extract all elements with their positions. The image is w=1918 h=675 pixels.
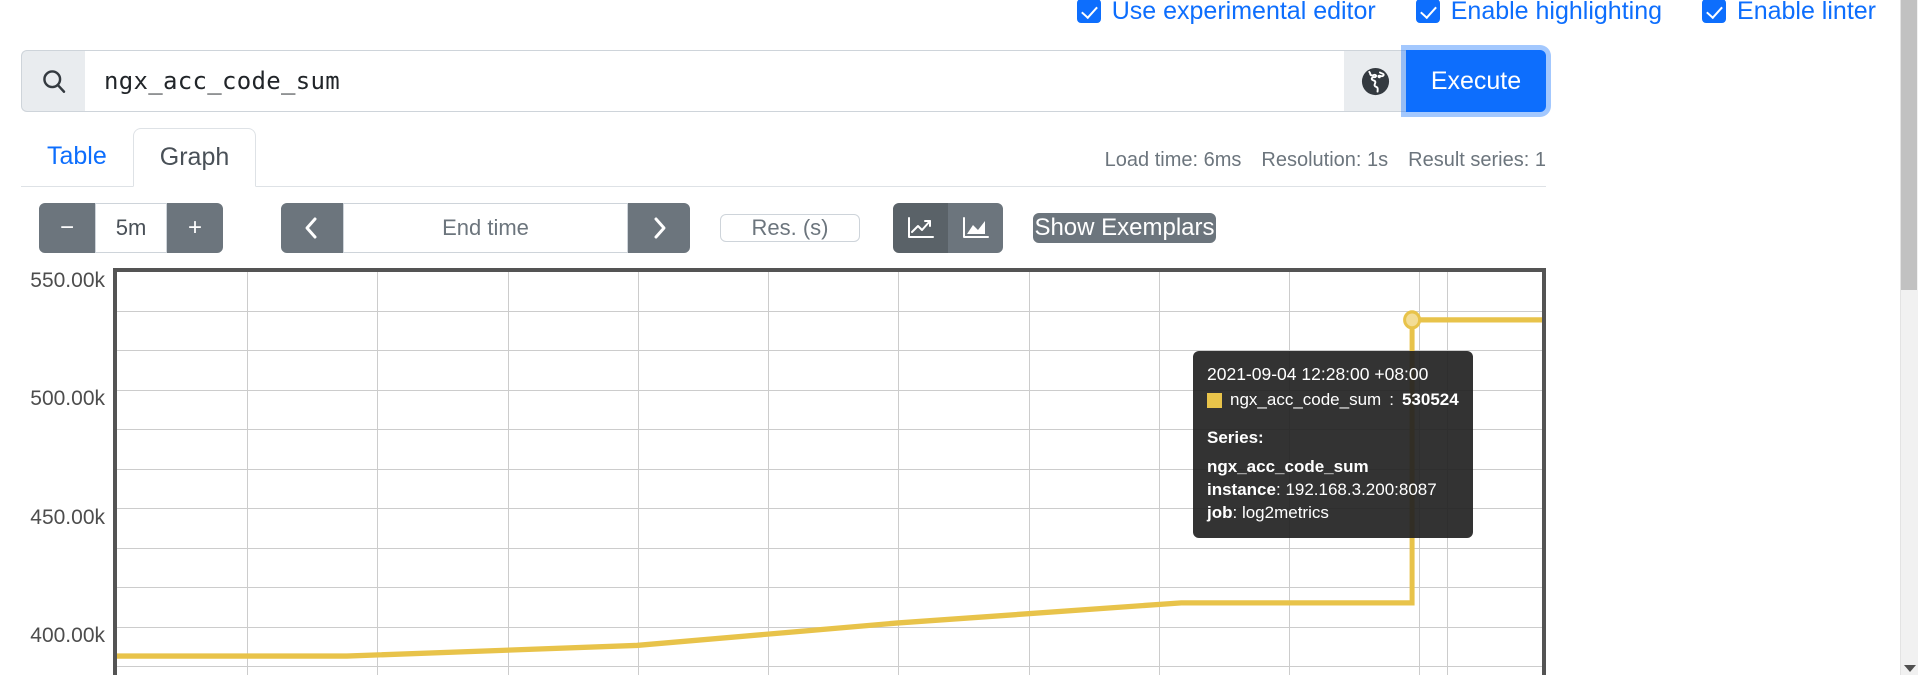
chart-type-group	[893, 203, 1003, 253]
show-exemplars-button[interactable]: Show Exemplars	[1033, 213, 1216, 243]
graph-controls-toolbar: − 5m + End time Res. (s) Show Exemplars	[39, 203, 1216, 253]
option-label: Use experimental editor	[1111, 0, 1376, 25]
y-tick-label: 500.00k	[30, 387, 105, 410]
tab-graph[interactable]: Graph	[132, 128, 257, 187]
show-exemplars-label: Show Exemplars	[1034, 214, 1215, 241]
result-view-tabs: Table Graph Load time: 6ms Resolution: 1…	[21, 126, 1546, 187]
stacked-area-chart-icon[interactable]	[948, 203, 1003, 253]
checkbox-checked-icon[interactable]	[1702, 0, 1727, 23]
prometheus-graph-page: Use experimental editor Enable highlight…	[0, 0, 1918, 675]
option-label: Enable linter	[1737, 0, 1876, 25]
series-line-ngx-acc-code-sum	[117, 310, 1542, 659]
y-axis: 550.00k 500.00k 450.00k 400.00k	[21, 268, 113, 675]
decrease-range-button[interactable]: −	[39, 203, 95, 253]
caret-down-icon[interactable]	[1904, 665, 1916, 672]
load-time-text: Load time: 6ms	[1104, 149, 1242, 171]
query-input-value: ngx_acc_code_sum	[104, 67, 340, 95]
end-time-group: End time	[281, 203, 690, 253]
next-time-button[interactable]	[628, 203, 690, 253]
result-series-text: Result series: 1	[1408, 149, 1546, 171]
tab-table[interactable]: Table	[21, 127, 133, 186]
plot-area[interactable]: 2021-09-04 12:28:00 +08:00 ngx_acc_code_…	[113, 268, 1546, 675]
scrollbar-thumb[interactable]	[1901, 0, 1917, 290]
query-input[interactable]: ngx_acc_code_sum	[85, 50, 1344, 112]
end-time-input[interactable]: End time	[343, 203, 628, 253]
execute-button-label: Execute	[1430, 66, 1522, 95]
end-time-placeholder: End time	[442, 215, 529, 240]
highlighted-data-point	[1403, 310, 1422, 330]
search-icon	[21, 50, 85, 112]
editor-options-row: Use experimental editor Enable highlight…	[0, 0, 1884, 28]
range-input-group: − 5m +	[39, 203, 223, 253]
globe-icon[interactable]	[1344, 50, 1406, 112]
decrease-range-label: −	[59, 214, 74, 241]
increase-range-label: +	[187, 214, 202, 241]
y-tick-label: 450.00k	[30, 506, 105, 529]
execute-button[interactable]: Execute	[1406, 50, 1546, 112]
query-stats: Load time: 6ms Resolution: 1s Result ser…	[1105, 149, 1546, 186]
option-enable-highlighting[interactable]: Enable highlighting	[1415, 0, 1663, 25]
option-label: Enable highlighting	[1450, 0, 1663, 25]
y-tick-label: 400.00k	[30, 624, 105, 647]
resolution-text: Resolution: 1s	[1261, 149, 1389, 171]
checkbox-checked-icon[interactable]	[1076, 0, 1101, 23]
range-input[interactable]: 5m	[95, 203, 167, 253]
vertical-scrollbar[interactable]	[1900, 0, 1918, 675]
range-input-value: 5m	[115, 215, 147, 240]
resolution-input[interactable]: Res. (s)	[720, 214, 860, 242]
resolution-placeholder: Res. (s)	[751, 215, 829, 240]
option-enable-linter[interactable]: Enable linter	[1702, 0, 1876, 25]
graph-panel: 550.00k 500.00k 450.00k 400.00k 2021-09-…	[21, 268, 1546, 675]
checkbox-checked-icon[interactable]	[1415, 0, 1440, 23]
tab-label: Table	[47, 142, 107, 170]
tab-label: Graph	[159, 143, 230, 171]
previous-time-button[interactable]	[281, 203, 343, 253]
line-chart-icon[interactable]	[893, 203, 948, 253]
query-bar: ngx_acc_code_sum Execute	[21, 50, 1546, 112]
option-use-experimental-editor[interactable]: Use experimental editor	[1076, 0, 1376, 25]
increase-range-button[interactable]: +	[167, 203, 223, 253]
y-tick-label: 550.00k	[30, 269, 105, 292]
